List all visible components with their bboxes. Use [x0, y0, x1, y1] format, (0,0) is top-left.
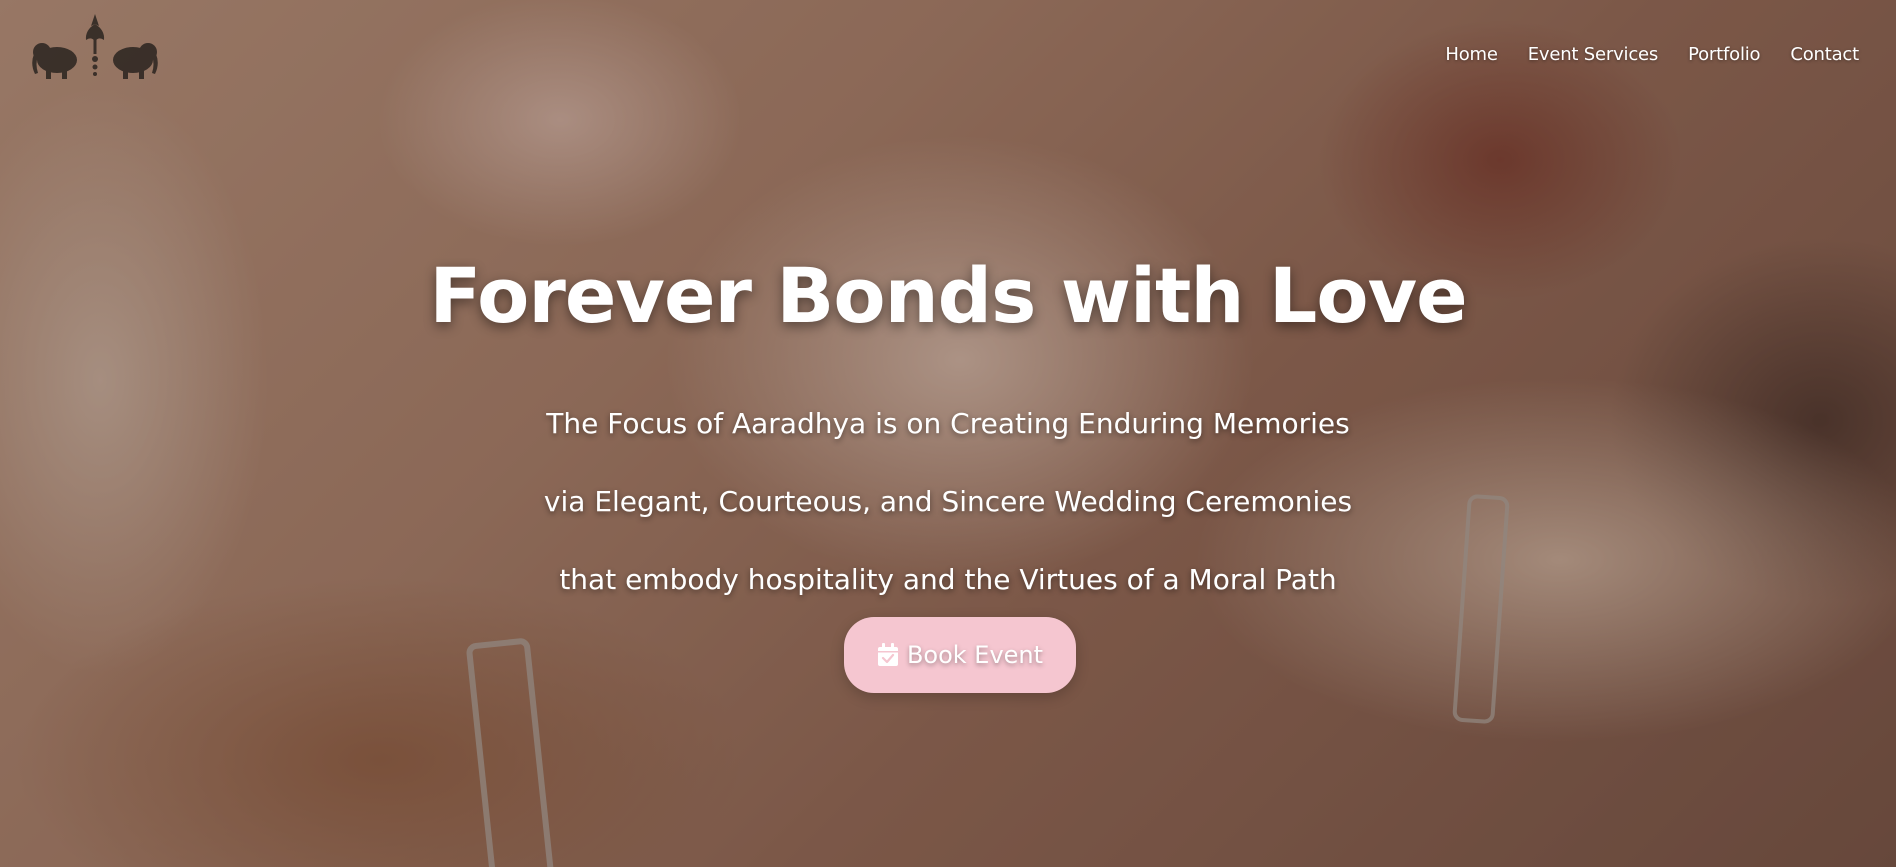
calendar-check-icon [877, 643, 898, 666]
book-event-label: Book Event [906, 641, 1044, 669]
nav-link-home[interactable]: Home [1445, 44, 1498, 65]
main-nav: Home Event Services Portfolio Contact [1445, 44, 1859, 65]
hero-tagline-line-2: via Elegant, Courteous, and Sincere Wedd… [543, 485, 1353, 518]
nav-link-contact[interactable]: Contact [1790, 44, 1859, 65]
hero-section: Home Event Services Portfolio Contact Fo… [0, 0, 1896, 867]
hero-title: Forever Bonds with Love [429, 251, 1467, 340]
nav-link-event-services[interactable]: Event Services [1528, 44, 1659, 65]
hero-tagline-line-3: that embody hospitality and the Virtues … [559, 563, 1337, 596]
book-event-button[interactable]: Book Event [844, 617, 1076, 693]
site-logo[interactable] [30, 12, 160, 82]
hero-tagline-line-1: The Focus of Aaradhya is on Creating End… [546, 407, 1350, 440]
nav-link-portfolio[interactable]: Portfolio [1688, 44, 1760, 65]
elephant-logo-icon [32, 14, 158, 79]
